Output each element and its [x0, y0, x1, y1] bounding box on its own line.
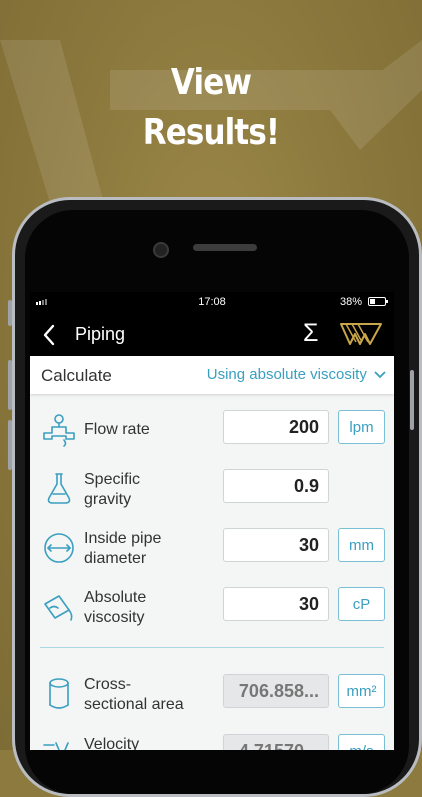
absolute-viscosity-unit-button[interactable]: cP — [338, 587, 385, 621]
cross-sectional-area-row: Cross-sectional area 706.858... mm² — [30, 669, 394, 719]
specific-gravity-label: Specific gravity — [84, 471, 141, 508]
calculate-bar: Calculate Using absolute viscosity — [30, 356, 394, 394]
flow-rate-unit-button[interactable]: lpm — [338, 410, 385, 444]
absolute-viscosity-row: Absolute viscosity 30 cP — [30, 582, 394, 632]
calculate-label: Calculate — [41, 366, 112, 385]
viscosity-icon — [44, 595, 73, 621]
specific-gravity-input[interactable]: 0.9 — [223, 469, 329, 503]
mute-switch — [8, 300, 12, 326]
calculation-mode-value: Using absolute viscosity — [206, 366, 367, 383]
cross-sectional-area-unit-button[interactable]: mm² — [338, 674, 385, 708]
chevron-down-icon — [374, 371, 386, 379]
velocity-row: Velocity 4.71570... m/s — [30, 729, 394, 750]
velocity-unit-button[interactable]: m/s — [338, 734, 385, 750]
page-title: Piping — [75, 324, 126, 344]
battery-percent: 38% — [339, 296, 362, 308]
cross-sectional-area-label: Cross-sectional area — [84, 676, 184, 713]
absolute-viscosity-label: Absolute viscosity — [84, 589, 147, 626]
flow-rate-label: Flow rate — [84, 421, 150, 438]
calculation-mode-select[interactable]: Using absolute viscosity — [207, 366, 386, 383]
front-camera — [153, 242, 169, 258]
brand-logo-icon[interactable] — [340, 322, 382, 346]
earpiece-speaker — [193, 244, 257, 251]
cross-sectional-area-output: 706.858... — [223, 674, 329, 708]
specific-gravity-icon — [47, 473, 71, 504]
headline-line-1: View — [170, 62, 252, 103]
specific-gravity-row: Specific gravity 0.9 — [30, 464, 394, 514]
pipe-diameter-icon — [44, 533, 74, 563]
battery-icon — [368, 297, 388, 306]
headline-line-2: Results! — [142, 112, 280, 153]
velocity-label: Velocity — [84, 736, 140, 750]
chevron-left-icon[interactable] — [42, 323, 56, 347]
flow-rate-icon — [43, 414, 75, 447]
flow-rate-input[interactable]: 200 — [223, 410, 329, 444]
velocity-output: 4.71570... — [223, 734, 329, 750]
power-button — [410, 370, 414, 430]
sigma-icon[interactable]: Σ — [303, 319, 318, 348]
inside-pipe-diameter-row: Inside pipe diameter 30 mm — [30, 523, 394, 573]
volume-down-button — [8, 420, 12, 470]
velocity-icon — [43, 742, 69, 750]
inside-pipe-diameter-label: Inside pipe diameter — [84, 530, 162, 567]
flow-rate-row: Flow rate 200 lpm — [30, 405, 394, 455]
inside-pipe-diameter-input[interactable]: 30 — [223, 528, 329, 562]
absolute-viscosity-input[interactable]: 30 — [223, 587, 329, 621]
nav-bar: Piping Σ — [30, 312, 394, 356]
status-bar: 17:08 38% — [30, 292, 394, 312]
cross-section-icon — [49, 678, 69, 709]
inside-pipe-diameter-unit-button[interactable]: mm — [338, 528, 385, 562]
volume-up-button — [8, 360, 12, 410]
app-screen: 17:08 38% Piping Σ Calculate Using absol… — [30, 292, 394, 750]
results-divider — [40, 647, 384, 648]
